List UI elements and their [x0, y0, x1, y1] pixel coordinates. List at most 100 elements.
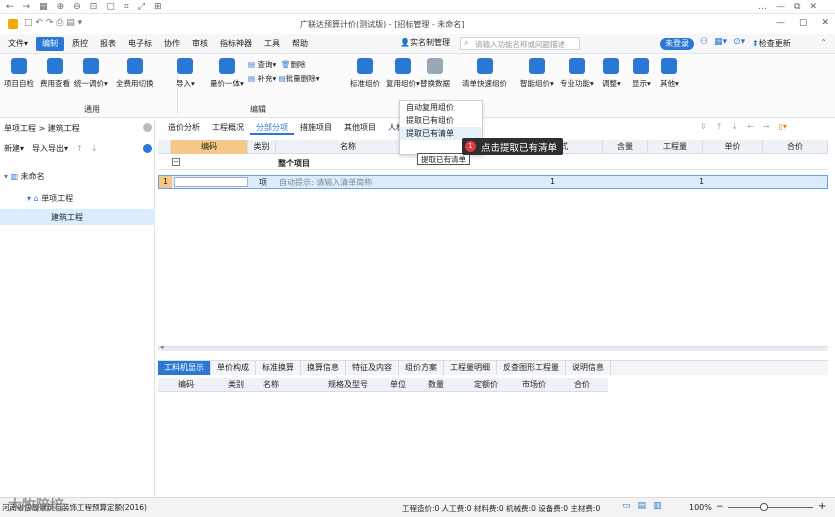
ribbon-button-14[interactable]: 其他▾ [660, 58, 679, 89]
viewer-tool-icon[interactable]: ⊞ [154, 2, 162, 12]
layout-icon[interactable]: ▭ [622, 501, 631, 511]
column-view-icon[interactable]: ▥ [653, 501, 662, 511]
viewer-tool-icon[interactable]: → [23, 2, 31, 12]
header-tools[interactable]: ⚇ ▦▾ ⊙▾ [700, 37, 745, 47]
grid-view-icon[interactable]: ▤ [638, 501, 647, 511]
bottom-tab-5[interactable]: 组价方案 [399, 361, 444, 375]
bottom-header-2[interactable]: 名称 [263, 379, 279, 390]
up-icon[interactable]: ↑ [716, 122, 723, 131]
viewer-tool-icon[interactable]: ⊡ [90, 2, 98, 12]
panel-settings-icon[interactable] [143, 144, 152, 153]
tab-0[interactable]: 造价分析 [162, 120, 206, 135]
move-up-icon[interactable]: ↑ [76, 144, 83, 153]
zoom-in-icon[interactable]: + [818, 501, 826, 512]
move-down-icon[interactable]: ↓ [91, 144, 98, 153]
menu-item-9[interactable]: 帮助 [286, 34, 314, 54]
bottom-tab-3[interactable]: 换算信息 [301, 361, 346, 375]
supplement-button[interactable]: ▤ 补充▾ ▤ 批量删除▾ [248, 72, 320, 86]
header-type[interactable]: 类别 [248, 140, 276, 154]
code-input[interactable] [174, 177, 248, 187]
viewer-window-icon[interactable]: — [776, 2, 785, 12]
import-export-button[interactable]: 导入导出▾ [32, 143, 68, 154]
ribbon-button-6[interactable]: 标准组价 [350, 58, 380, 89]
viewer-window-icon[interactable]: … [758, 2, 767, 12]
table-row[interactable]: 1 项 自动提示: 请输入清单简称 1 1 [158, 175, 828, 189]
menu-item-5[interactable]: 协作 [158, 34, 186, 54]
bottom-header-5[interactable]: 数量 [428, 379, 444, 390]
login-button[interactable]: 未登录 [660, 38, 694, 50]
delete-button[interactable]: 删除 [291, 58, 306, 72]
right-icon[interactable]: → [763, 122, 770, 131]
ribbon-button-9[interactable]: 清单快速组价 [462, 58, 507, 89]
ribbon-button-10[interactable]: 智能组价▾ [520, 58, 554, 89]
down-icon[interactable]: ↓ [731, 122, 738, 131]
tree-item-root[interactable]: ▾ ▥ 未命名 [4, 171, 45, 182]
header-qty[interactable]: 工程量 [648, 140, 703, 154]
viewer-tool-icon[interactable]: ⌗ [124, 2, 129, 12]
bottom-tab-7[interactable]: 反查图形工程量 [497, 361, 566, 375]
header-price[interactable]: 单价 [703, 140, 763, 154]
splitter[interactable]: ◂ [158, 343, 828, 351]
section-row[interactable]: − 整个项目 [158, 156, 828, 170]
menu-item-dropdown-1[interactable]: 提取已有组价 [400, 114, 482, 127]
new-button[interactable]: 新建▾ [4, 143, 24, 154]
bottom-header-8[interactable]: 合价 [574, 379, 590, 390]
header-content[interactable]: 含量 [603, 140, 648, 154]
tab-3[interactable]: 措施项目 [294, 120, 338, 135]
bottom-tab-4[interactable]: 特征及内容 [346, 361, 399, 375]
close-icon[interactable]: ✕ [821, 18, 829, 28]
bottom-tab-6[interactable]: 工程量明细 [444, 361, 497, 375]
filter-icon[interactable]: ▯▾ [779, 122, 787, 131]
ribbon-button-13[interactable]: 显示▾ [632, 58, 651, 89]
query-button[interactable]: ▤ 查询▾ 🗑 删除 [248, 58, 320, 72]
menu-item-1[interactable]: 编制 [36, 36, 65, 51]
bottom-tab-0[interactable]: 工料机显示 [158, 361, 211, 375]
menu-item-7[interactable]: 指标神器 [214, 34, 258, 54]
collapse-box-icon[interactable]: − [172, 158, 180, 166]
ribbon-button-0[interactable]: 项目自检 [4, 58, 34, 89]
scroll-left-icon[interactable]: ◂ [160, 343, 164, 351]
collapse-icon[interactable]: ⌃ [820, 38, 827, 47]
quick-access-icons[interactable]: □ ↶ ↷ ⎙ ▤ ▾ [24, 18, 82, 28]
ribbon-button-1[interactable]: 费用查看 [40, 58, 70, 89]
ribbon-button-12[interactable]: 调整▾ [602, 58, 621, 89]
ribbon-button-5[interactable]: 量价一体▾ [210, 58, 244, 89]
ribbon-button-4[interactable]: 导入▾ [176, 58, 195, 89]
minimize-icon[interactable]: — [776, 18, 785, 28]
zoom-out-icon[interactable]: − [716, 502, 724, 512]
bottom-tab-2[interactable]: 标准换算 [256, 361, 301, 375]
ribbon-button-3[interactable]: 全费用切换 [116, 58, 154, 89]
tree-item-single-project[interactable]: ▾ ⌂ 单项工程 [27, 193, 73, 204]
viewer-window-icon[interactable]: ✕ [809, 2, 817, 12]
viewer-tool-icon[interactable]: ← [6, 2, 14, 12]
header-code[interactable]: 编码 [171, 140, 248, 154]
bottom-header-0[interactable]: 编码 [178, 379, 194, 390]
bottom-header-7[interactable]: 市场价 [522, 379, 546, 390]
viewer-tool-icon[interactable]: ▢ [106, 2, 115, 12]
viewer-tool-icon[interactable]: ⊕ [57, 2, 65, 12]
menu-item-2[interactable]: 质控 [66, 34, 94, 54]
viewer-window-icon[interactable]: ⧉ [794, 2, 800, 12]
bottom-header-6[interactable]: 定额价 [474, 379, 498, 390]
menu-item-3[interactable]: 报表 [94, 34, 122, 54]
maximize-icon[interactable]: ▢ [799, 18, 808, 28]
tab-4[interactable]: 其他项目 [338, 120, 382, 135]
clock-icon[interactable]: ⊙▾ [733, 37, 745, 47]
realname-link[interactable]: 👤 实名制管理 [400, 37, 450, 48]
batch-delete-button[interactable]: 批量删除▾ [286, 72, 320, 86]
tree-item-building[interactable]: 建筑工程 [0, 209, 155, 225]
menu-item-0[interactable]: 文件▾ [2, 34, 34, 54]
header-total[interactable]: 合价 [763, 140, 828, 154]
help-icon[interactable]: ⚇ [700, 37, 708, 47]
tab-2[interactable]: 分部分项 [250, 120, 294, 135]
menu-item-6[interactable]: 审核 [186, 34, 214, 54]
left-icon[interactable]: ← [747, 122, 754, 131]
grid-nav-icons[interactable]: ⇕ ↑ ↓ ← → ▯▾ [700, 122, 787, 131]
bottom-header-1[interactable]: 类别 [228, 379, 244, 390]
window-controls[interactable]: — ▢ ✕ [776, 18, 829, 28]
viewer-tool-icon[interactable]: ⤢ [138, 2, 145, 12]
ribbon-button-2[interactable]: 统一调价▾ [74, 58, 108, 89]
ribbon-button-7[interactable]: 复用组价▾ [386, 58, 420, 89]
bottom-header-3[interactable]: 规格及型号 [328, 379, 368, 390]
ribbon-button-8[interactable]: 替换数据 [420, 58, 450, 89]
